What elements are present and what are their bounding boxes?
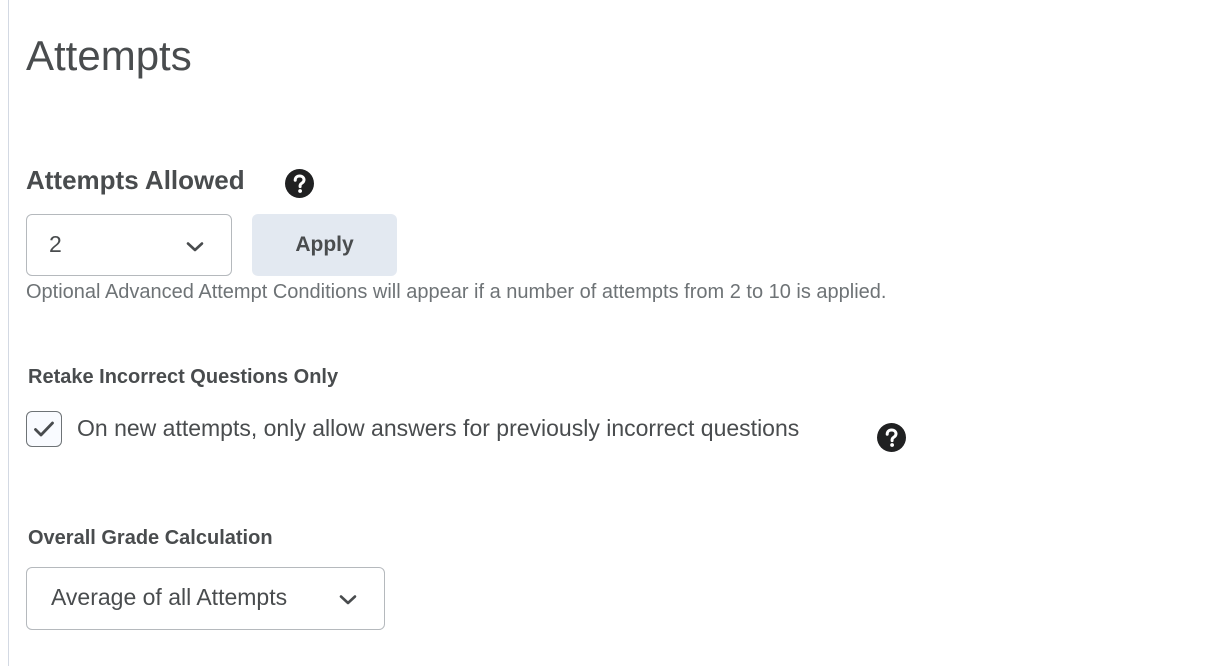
- attempts-allowed-value: 2: [49, 231, 62, 257]
- left-divider: [8, 0, 9, 666]
- page-title: Attempts: [26, 32, 192, 79]
- overall-grade-value: Average of all Attempts: [51, 584, 288, 610]
- overall-grade-label: Overall Grade Calculation: [28, 527, 273, 549]
- attempts-allowed-select[interactable]: 2: [26, 214, 232, 276]
- retake-incorrect-label: Retake Incorrect Questions Only: [28, 366, 339, 388]
- question-circle-icon[interactable]: [877, 423, 906, 452]
- checkmark-icon: [34, 421, 54, 437]
- retake-incorrect-checkbox-label[interactable]: On new attempts, only allow answers for …: [77, 414, 799, 442]
- chevron-down-icon: [339, 595, 357, 605]
- retake-incorrect-checkbox[interactable]: [26, 411, 62, 447]
- apply-button[interactable]: Apply: [252, 214, 397, 276]
- attempts-settings-page: Attempts Attempts Allowed 2 Apply Option…: [0, 0, 1207, 666]
- attempts-allowed-heading: Attempts Allowed: [26, 165, 245, 195]
- question-circle-icon[interactable]: [285, 169, 314, 198]
- attempts-hint-text: Optional Advanced Attempt Conditions wil…: [26, 281, 887, 303]
- overall-grade-select[interactable]: Average of all Attempts: [26, 567, 385, 630]
- chevron-down-icon: [186, 242, 204, 252]
